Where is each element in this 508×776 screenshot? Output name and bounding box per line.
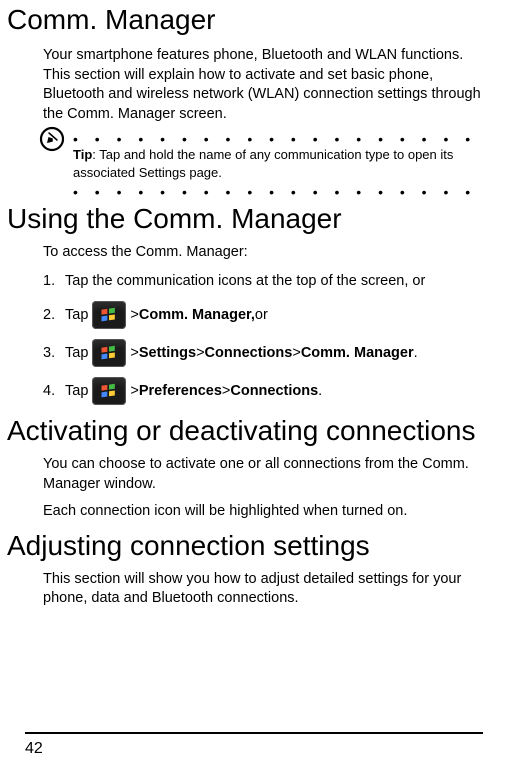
- tip-body: : Tap and hold the name of any communica…: [73, 147, 453, 180]
- step-3-gt2: >: [196, 343, 204, 363]
- intro-paragraph: Your smartphone features phone, Bluetoot…: [43, 46, 483, 124]
- step-3-period: .: [414, 343, 418, 363]
- step-2: Tap > Comm. Manager, or: [43, 301, 483, 329]
- heading-adjusting: Adjusting connection settings: [5, 530, 483, 562]
- heading-using-comm-manager: Using the Comm. Manager: [5, 203, 483, 235]
- access-intro: To access the Comm. Manager:: [43, 243, 483, 263]
- step-4-preferences: Preferences: [139, 381, 222, 401]
- step-3-comm-manager: Comm. Manager: [301, 343, 414, 363]
- heading-comm-manager: Comm. Manager: [5, 4, 483, 36]
- windows-start-icon: [92, 377, 126, 405]
- footer-rule: [25, 732, 483, 734]
- steps-list: Tap the communication icons at the top o…: [43, 271, 483, 405]
- windows-start-icon: [92, 301, 126, 329]
- step-2-tail: or: [255, 305, 268, 325]
- step-4-gt1: >: [130, 381, 138, 401]
- step-3-pre: Tap: [65, 343, 88, 363]
- page-footer: 42: [25, 732, 483, 758]
- step-4-pre: Tap: [65, 381, 88, 401]
- tip-label: Tip: [73, 147, 92, 162]
- step-4-period: .: [318, 381, 322, 401]
- activating-p1: You can choose to activate one or all co…: [43, 455, 483, 494]
- step-3-gt1: >: [130, 343, 138, 363]
- dotted-border-bottom: • • • • • • • • • • • • • • • • • • • • …: [43, 185, 483, 197]
- step-3: Tap > Settings > Connections > Comm. Man…: [43, 339, 483, 367]
- step-2-gt: >: [130, 305, 138, 325]
- step-3-connections: Connections: [205, 343, 293, 363]
- step-4: Tap > Preferences > Connections.: [43, 377, 483, 405]
- step-1: Tap the communication icons at the top o…: [43, 271, 483, 291]
- adjusting-p: This section will show you how to adjust…: [43, 570, 483, 609]
- step-4-gt2: >: [222, 381, 230, 401]
- step-3-gt3: >: [292, 343, 300, 363]
- tip-text: Tip: Tap and hold the name of any commun…: [43, 144, 483, 185]
- dotted-border-top: • • • • • • • • • • • • • • • • • • • • …: [43, 132, 483, 144]
- step-4-connections: Connections: [230, 381, 318, 401]
- tip-box: • • • • • • • • • • • • • • • • • • • • …: [43, 132, 483, 197]
- page-number: 42: [25, 740, 483, 758]
- heading-activating: Activating or deactivating connections: [5, 415, 483, 447]
- windows-start-icon: [92, 339, 126, 367]
- step-1-text: Tap the communication icons at the top o…: [65, 271, 425, 291]
- step-2-pre: Tap: [65, 305, 88, 325]
- activating-p2: Each connection icon will be highlighted…: [43, 502, 483, 522]
- step-2-bold: Comm. Manager,: [139, 305, 255, 325]
- tip-lightbulb-icon: [39, 126, 65, 152]
- step-3-settings: Settings: [139, 343, 196, 363]
